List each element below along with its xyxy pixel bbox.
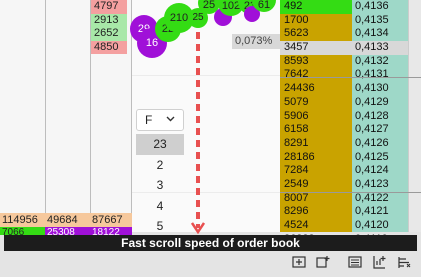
price-cell: 0,4120 [355, 219, 389, 231]
price-cell: 0,4133 [352, 41, 408, 55]
price-cell: 0,4124 [355, 164, 389, 177]
volume-cell: 5623 [284, 27, 309, 40]
price-cell: 0,4132 [355, 54, 389, 67]
add-chart-icon[interactable] [314, 255, 332, 273]
price-cell: 0,4131 [355, 68, 389, 81]
timeframe-option[interactable]: 3 [136, 175, 184, 196]
volume-cell: 1700 [284, 13, 309, 26]
volume-cell: 8007 [284, 191, 309, 204]
volume-cell: 7642 [284, 68, 309, 81]
trades-delta-row: 7066 25308 18122 [0, 227, 132, 235]
price-cell: 0,4136 [355, 0, 389, 12]
timeframe-option[interactable]: 23 [136, 134, 184, 155]
trade-cell: 18122 [90, 227, 132, 235]
volume-cell: 4524 [284, 219, 309, 231]
price-cell: 0,4122 [355, 191, 389, 204]
price-cell: 0,4125 [355, 150, 389, 163]
volume-cell: 28186 [284, 150, 315, 163]
ask-cell: 2913 [91, 13, 127, 27]
percent-label: 0,073% [232, 34, 280, 49]
volume-cell: 8593 [284, 54, 309, 67]
price-column[interactable]: 0,4136 0,4135 0,4134 0,4133 0,4132 0,4131 0,41… [352, 0, 408, 272]
timeframe-value: F [145, 113, 153, 127]
price-cell: 0,4134 [355, 27, 389, 40]
volume-cell: 7284 [284, 164, 309, 177]
timeframe-options: 23 2 3 4 5 [136, 134, 184, 237]
trades-summary-row: 114956 49684 87667 [0, 213, 132, 227]
arrow-down-icon [190, 222, 206, 236]
price-cell: 0,4135 [355, 13, 389, 26]
volume-cell: 8296 [284, 205, 309, 218]
volume-cell: 5906 [284, 109, 309, 122]
volume-cell: 2549 [284, 177, 309, 190]
column-divider [45, 0, 46, 232]
orderbook-scrollbar[interactable] [408, 0, 421, 232]
volume-column[interactable]: 492 1700 5623 3457 8593 7642 24436 5079 5906 6158… [280, 0, 352, 272]
price-cell: 0,4129 [355, 95, 389, 108]
trade-cell: 87667 [90, 213, 132, 227]
ask-volume-column: 4797 2913 2652 4850 [91, 0, 127, 54]
chevron-down-icon [166, 110, 175, 130]
price-cell: 0,4127 [355, 123, 389, 136]
list-icon[interactable] [346, 255, 364, 273]
price-cell: 0,4121 [355, 205, 389, 218]
volume-cell: 5079 [284, 95, 309, 108]
volume-cell: 3457 [280, 41, 352, 55]
trade-cell: 7066 [0, 227, 45, 235]
grid-line [132, 75, 280, 76]
price-cell: 0,4123 [355, 177, 389, 190]
chart-settings-icon[interactable] [370, 255, 388, 273]
ask-cell: 4850 [91, 40, 127, 54]
grid-line [280, 192, 421, 193]
timeframe-select[interactable]: F [136, 109, 184, 131]
filter-icon[interactable] [395, 255, 413, 273]
grid-line [280, 77, 421, 78]
timeframe-option[interactable]: 4 [136, 196, 184, 217]
trade-cell: 25308 [45, 227, 90, 235]
trading-app: 4797 2913 2652 4850 114956 49684 87667 7… [0, 0, 421, 277]
volume-cell: 24436 [284, 82, 315, 95]
trade-cell: 49684 [45, 213, 90, 227]
add-window-icon[interactable] [290, 255, 308, 273]
ask-cell: 4797 [91, 0, 127, 14]
timeframe-option[interactable]: 2 [136, 155, 184, 176]
price-cell: 0,4128 [355, 109, 389, 122]
volume-cell: 6158 [284, 123, 309, 136]
volume-cell: 8291 [284, 136, 309, 149]
volume-cell: 492 [280, 0, 352, 14]
price-cell: 0,4130 [355, 82, 389, 95]
ask-cell: 2652 [91, 27, 127, 41]
trade-cell: 114956 [0, 213, 45, 227]
scroll-direction-arrow [196, 32, 200, 228]
price-cell: 0,4126 [355, 136, 389, 149]
tooltip: Fast scroll speed of order book [4, 235, 417, 251]
timeframe-option[interactable]: 5 [136, 216, 184, 237]
